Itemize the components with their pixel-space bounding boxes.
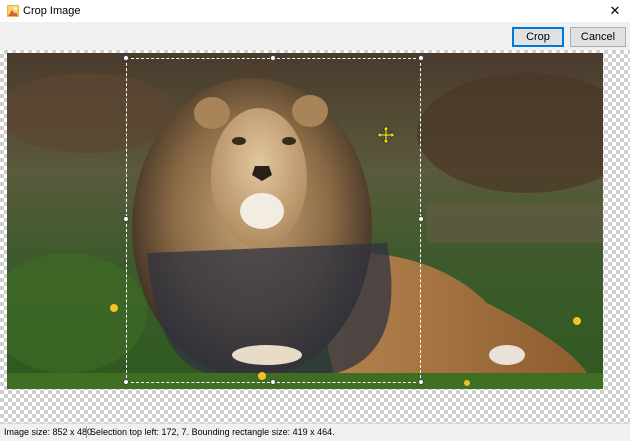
resize-handle-top-right[interactable] xyxy=(418,55,424,61)
crop-selection-rectangle[interactable] xyxy=(126,58,421,383)
resize-handle-bottom[interactable] xyxy=(270,379,276,385)
crop-button[interactable]: Crop xyxy=(512,27,564,47)
status-bar: Image size: 852 x 480. Selection top lef… xyxy=(0,423,630,441)
window-title: Crop Image xyxy=(23,5,81,17)
close-button[interactable]: ✕ xyxy=(600,0,630,22)
resize-handle-top-left[interactable] xyxy=(123,55,129,61)
move-cursor-icon xyxy=(377,126,395,144)
resize-handle-top[interactable] xyxy=(270,55,276,61)
toolbar: Crop Cancel xyxy=(0,22,630,50)
resize-handle-bottom-left[interactable] xyxy=(123,379,129,385)
resize-handle-right[interactable] xyxy=(418,216,424,222)
image-size-text: Image size: 852 x 480. xyxy=(4,427,95,437)
cancel-button[interactable]: Cancel xyxy=(570,27,626,47)
image-app-icon xyxy=(7,5,19,17)
image-canvas[interactable] xyxy=(0,50,630,423)
selection-info-text: Selection top left: 172, 7. Bounding rec… xyxy=(90,427,335,437)
status-separator xyxy=(86,426,87,438)
resize-handle-bottom-right[interactable] xyxy=(418,379,424,385)
resize-handle-left[interactable] xyxy=(123,216,129,222)
title-bar: Crop Image ✕ xyxy=(0,0,630,23)
